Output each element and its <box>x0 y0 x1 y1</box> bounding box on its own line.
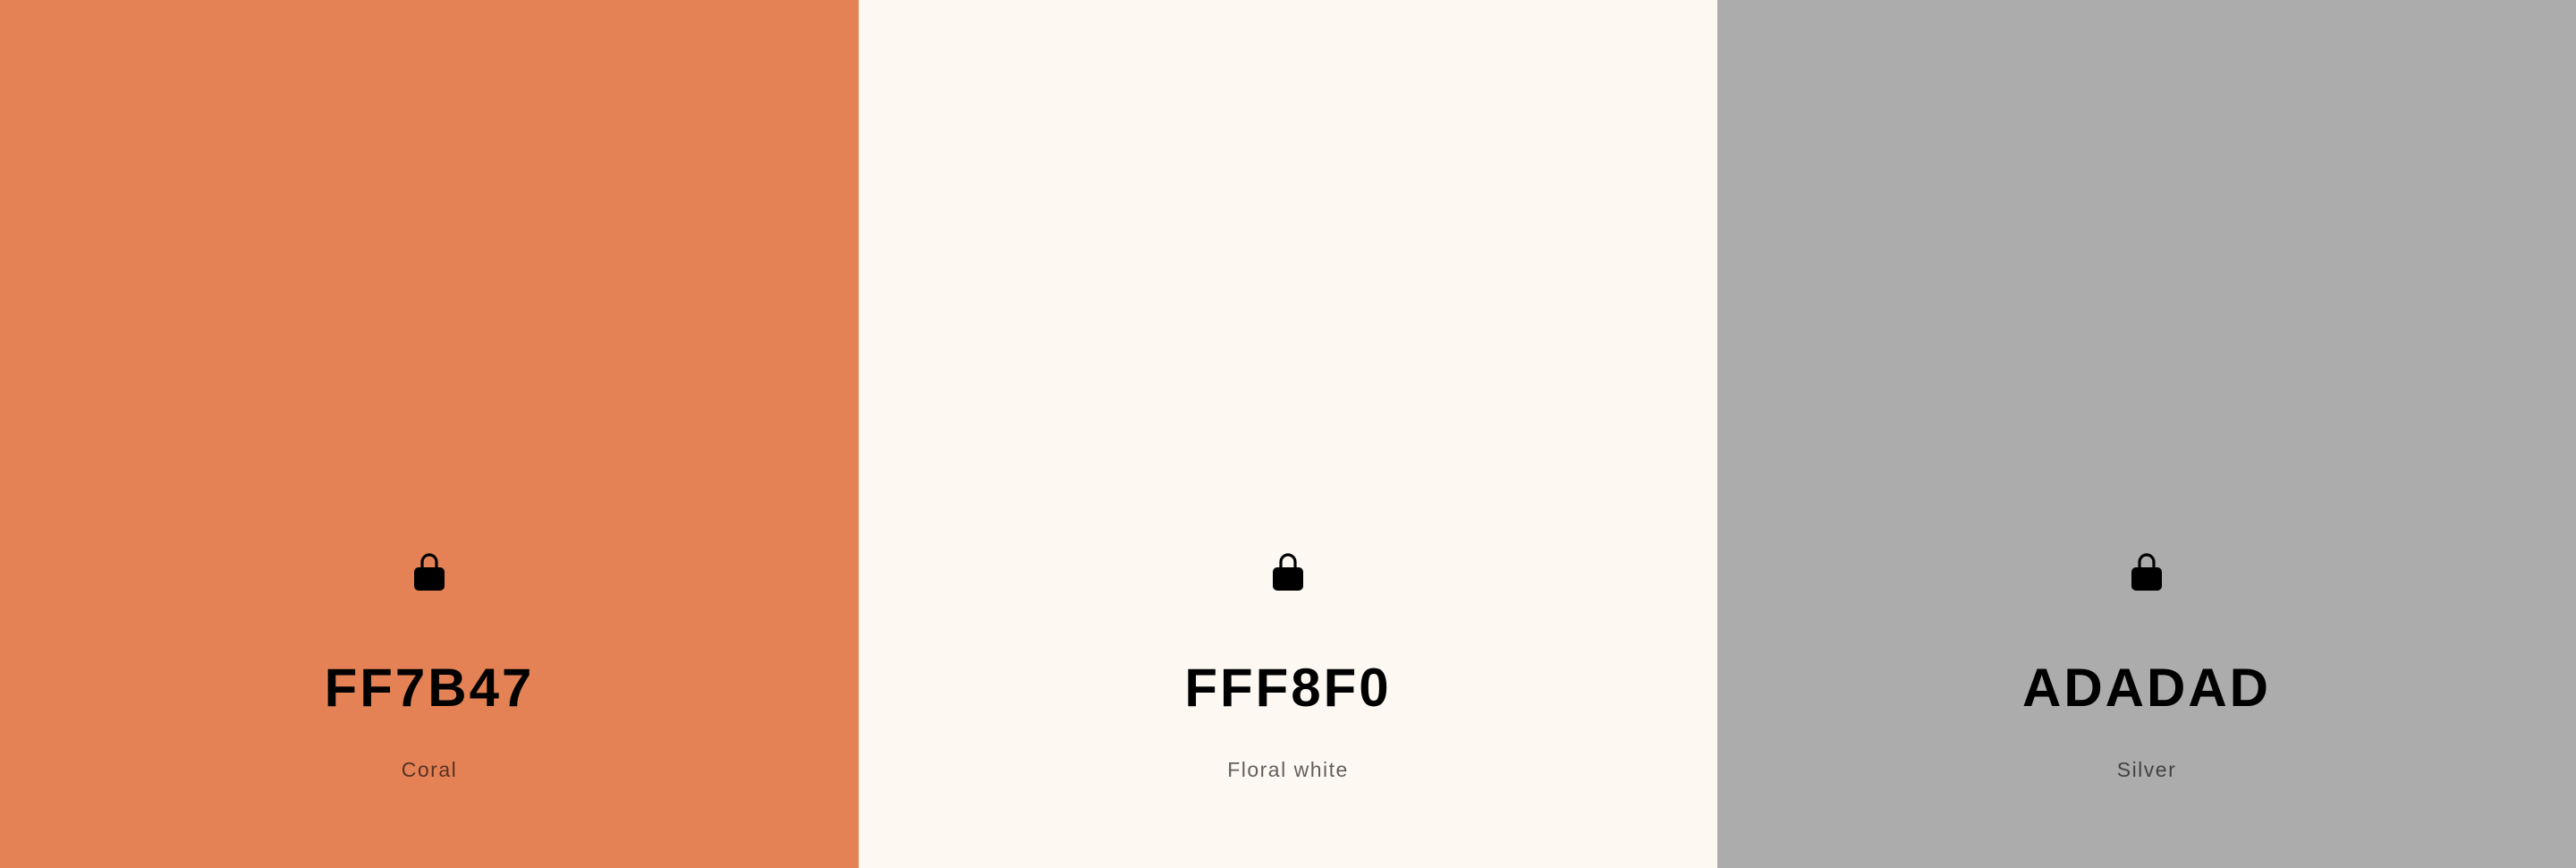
lock-icon[interactable] <box>2131 550 2163 591</box>
color-name: Floral white <box>1227 758 1349 781</box>
color-palette: FF7B47 Coral FFF8F0 Floral white ADADAD … <box>0 0 2576 868</box>
hex-code[interactable]: FF7B47 <box>325 661 535 715</box>
lock-icon[interactable] <box>413 550 445 591</box>
hex-code[interactable]: FFF8F0 <box>1184 661 1391 715</box>
swatch-content: FF7B47 Coral <box>0 550 859 780</box>
color-name: Silver <box>2116 758 2177 781</box>
color-swatch-silver[interactable]: ADADAD Silver <box>1717 0 2576 868</box>
swatch-content: FFF8F0 Floral white <box>859 550 1717 780</box>
hex-code[interactable]: ADADAD <box>2022 661 2271 715</box>
swatch-content: ADADAD Silver <box>1717 550 2576 780</box>
color-swatch-floral-white[interactable]: FFF8F0 Floral white <box>859 0 1717 868</box>
lock-icon[interactable] <box>1272 550 1304 591</box>
color-name: Coral <box>401 758 458 781</box>
color-swatch-coral[interactable]: FF7B47 Coral <box>0 0 859 868</box>
